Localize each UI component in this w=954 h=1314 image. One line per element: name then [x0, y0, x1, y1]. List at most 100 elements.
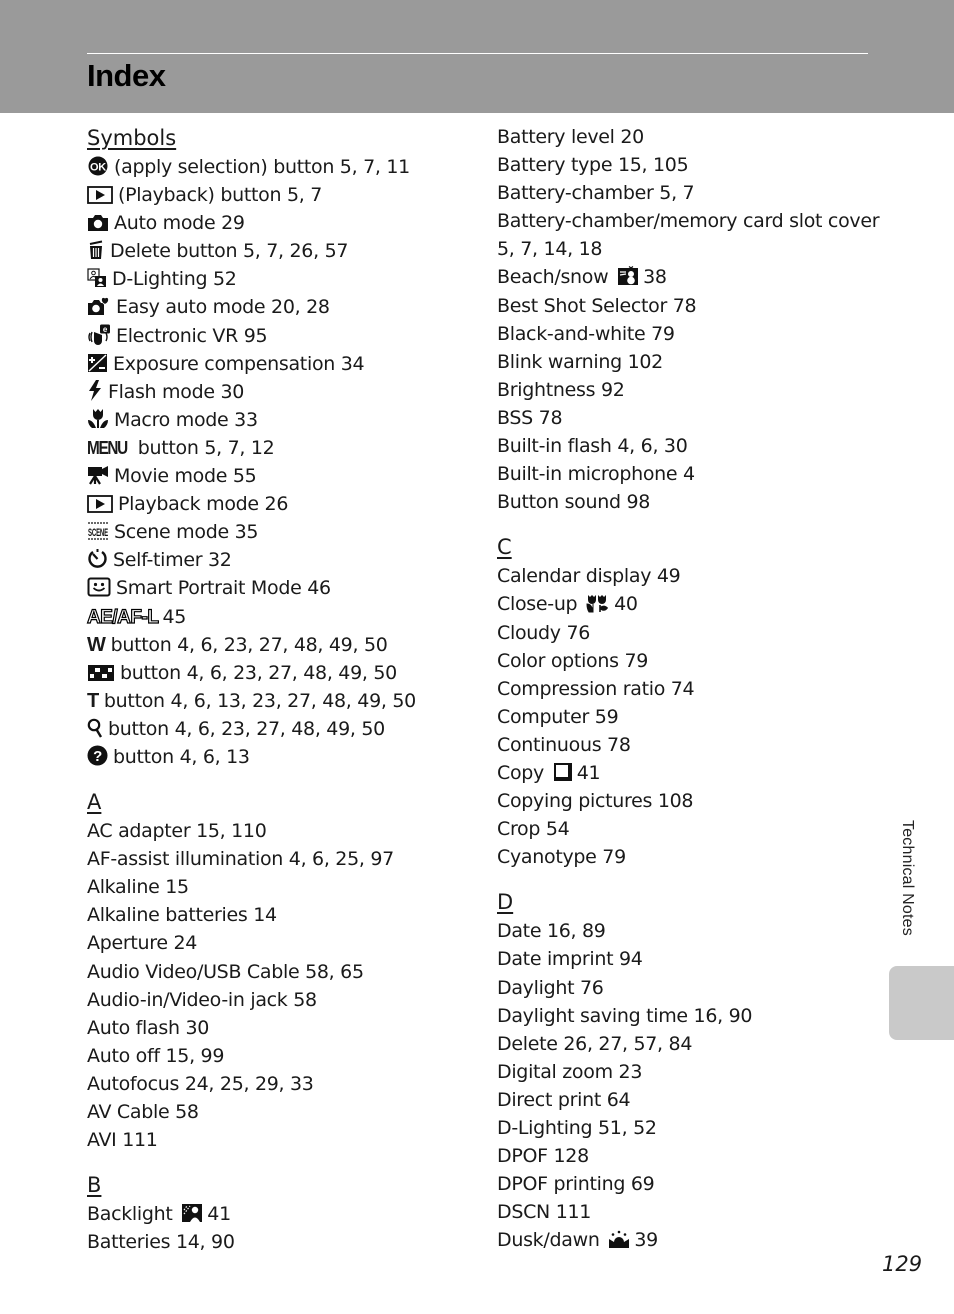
beach-snow-icon	[618, 266, 639, 286]
index-entry-text: DSCN 111	[497, 1201, 592, 1224]
index-entry: Cloudy 76	[497, 619, 877, 647]
index-entry: Movie mode 55	[87, 462, 477, 490]
index-entry: button 4, 6, 23, 27, 48, 49, 50	[87, 715, 477, 743]
index-entry-text: DPOF printing 69	[497, 1173, 655, 1196]
index-entry: button 4, 6, 23, 27, 48, 49, 50	[87, 659, 477, 687]
index-entry-text: Button sound 98	[497, 491, 651, 514]
index-entry: Self-timer 32	[87, 546, 477, 574]
index-entry: AF-assist illumination 4, 6, 25, 97	[87, 845, 477, 873]
thumbnail-icon	[88, 664, 114, 681]
index-entry: Built-in microphone 4	[497, 460, 877, 488]
index-entry-text: Aperture 24	[87, 932, 198, 955]
index-entry: Alkaline batteries 14	[87, 901, 477, 929]
index-entry-text: Calendar display 49	[497, 565, 681, 588]
index-entry: Flash mode 30	[87, 378, 477, 406]
index-entry: Blink warning 102	[497, 348, 877, 376]
index-entry: Cyanotype 79	[497, 843, 877, 871]
ae-af-lock-icon: AE/AF-L	[86, 606, 159, 628]
index-entry: Alkaline 15	[87, 873, 477, 901]
index-entry-text: Built-in flash 4, 6, 30	[497, 435, 688, 458]
index-entry-text: Dusk/dawn	[497, 1229, 600, 1252]
tele-zoom-icon: T	[87, 689, 99, 712]
index-entry-text: Macro mode 33	[114, 408, 258, 431]
index-entry-text: 38	[643, 266, 667, 289]
index-entry: Battery-chamber/memory card slot cover	[497, 207, 880, 235]
section-heading-b: B	[87, 1173, 102, 1198]
index-entry: DPOF printing 69	[497, 1170, 877, 1198]
index-entry-text: Digital zoom 23	[497, 1060, 643, 1083]
index-entry: Calendar display 49	[497, 562, 877, 590]
index-entry-text: Battery type 15, 105	[497, 154, 689, 177]
index-entry-text: Black-and-white 79	[497, 322, 675, 345]
index-entry-text: 39	[634, 1229, 658, 1252]
index-entry: Delete 26, 27, 57, 84	[497, 1030, 877, 1058]
index-entry-text: AVI 111	[87, 1129, 158, 1152]
index-entry-text: Backlight	[87, 1203, 173, 1226]
index-entry: Wbutton 4, 6, 23, 27, 48, 49, 50	[87, 631, 477, 659]
index-entry: Close-up 40	[497, 590, 877, 618]
wide-zoom-icon: W	[87, 633, 106, 656]
index-entry: AC adapter 15, 110	[87, 817, 477, 845]
copy-icon	[553, 762, 572, 781]
index-entry: Auto off 15, 99	[87, 1042, 477, 1070]
index-entry: Brightness 92	[497, 376, 877, 404]
index-entry-text: Copying pictures 108	[497, 790, 694, 813]
index-entry: (Playback) button 5, 7	[87, 181, 477, 209]
index-entry-text: 41	[207, 1203, 231, 1226]
index-entry-text: Blink warning 102	[497, 350, 663, 373]
index-entry: Best Shot Selector 78	[497, 292, 877, 320]
index-entry-text: 41	[576, 761, 601, 784]
camera-auto-mode-icon	[88, 215, 108, 232]
index-entry: MENU button 5, 7, 12	[87, 434, 477, 462]
index-entry: Black-and-white 79	[497, 320, 877, 348]
backlight-icon	[182, 1204, 203, 1223]
index-entry-text: Audio Video/USB Cable 58, 65	[87, 960, 364, 983]
index-entry: Auto flash 30	[87, 1014, 477, 1042]
close-up-icon	[586, 595, 609, 613]
section-tab-marker	[889, 966, 954, 1040]
index-entry-text: Computer 59	[497, 705, 619, 728]
index-entry: Smart Portrait Mode 46	[87, 574, 477, 602]
svg-text:?: ?	[93, 748, 102, 765]
index-entry-text: Battery-chamber/memory card slot cover	[497, 210, 880, 233]
movie-mode-icon	[88, 466, 108, 485]
index-entry: Direct print 64	[497, 1086, 877, 1114]
exposure-compensation-icon	[88, 353, 107, 372]
index-entry-text: Alkaline 15	[87, 876, 189, 899]
ok-button-icon: OK	[88, 156, 108, 176]
index-entry-text: 45	[162, 605, 187, 628]
index-entry-text: button 4, 6, 13, 23, 27, 48, 49, 50	[103, 689, 416, 712]
scene-mode-icon: SCENE	[88, 522, 108, 540]
index-entry-text: AV Cable 58	[87, 1101, 199, 1123]
d-lighting-icon	[87, 268, 106, 288]
index-entry: Date imprint 94	[497, 945, 877, 973]
index-entry: Auto mode 29	[87, 209, 477, 237]
index-entry: Dusk/dawn 39	[497, 1226, 877, 1254]
index-entry: Battery level 20	[497, 123, 877, 151]
smart-portrait-icon	[87, 577, 111, 597]
index-entry: Exposure compensation 34	[87, 350, 477, 378]
index-entry: Tbutton 4, 6, 13, 23, 27, 48, 49, 50	[87, 687, 477, 715]
electronic-vr-icon: e	[88, 324, 110, 345]
index-entry-text: Copy	[497, 761, 544, 784]
index-entry-text: Alkaline batteries 14	[87, 904, 277, 927]
index-entry-text: Scene mode 35	[114, 521, 259, 544]
index-entry: Batteries 14, 90	[87, 1228, 477, 1256]
index-entry: Audio-in/Video-in jack 58	[87, 986, 477, 1014]
index-entry-text: Compression ratio 74	[497, 677, 695, 700]
index-entry: Compression ratio 74	[497, 675, 877, 703]
index-entry: Color options 79	[497, 647, 877, 675]
macro-mode-icon	[88, 408, 108, 428]
index-entry-text: (apply selection) button 5, 7, 11	[114, 156, 410, 178]
header-rule	[87, 53, 868, 54]
section-tab-label: Technical Notes	[899, 820, 916, 936]
index-entry-text: button 5, 7, 12	[137, 436, 275, 459]
index-entry-text: Auto flash 30	[87, 1016, 210, 1039]
trash-delete-icon	[89, 240, 103, 260]
index-entry-text: Date imprint 94	[497, 948, 643, 971]
index-entry-text: 5, 7, 14, 18	[497, 238, 603, 261]
index-entry: Easy auto mode 20, 28	[87, 293, 477, 321]
index-entry-text: Delete button 5, 7, 26, 57	[110, 240, 349, 263]
index-entry: Date 16, 89	[497, 917, 877, 945]
svg-text:OK: OK	[90, 162, 106, 174]
